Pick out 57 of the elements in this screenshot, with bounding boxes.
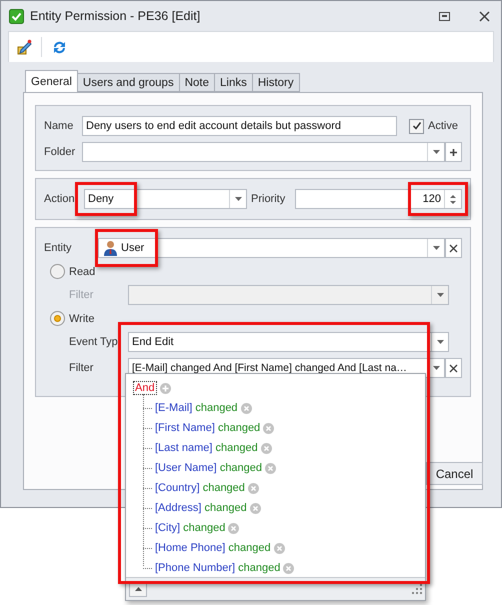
checkmark-icon — [9, 8, 24, 24]
field-label: Folder — [44, 146, 76, 158]
resize-grip-icon[interactable] — [412, 584, 422, 594]
restore-icon — [438, 12, 450, 20]
dropdown-arrow-icon — [234, 197, 242, 201]
add-button[interactable] — [445, 142, 462, 162]
event-type-dropdown[interactable]: End Edit — [128, 332, 449, 352]
field-label: Name — [44, 120, 74, 132]
dropdown-arrow-icon — [436, 293, 444, 297]
entity-dropdown[interactable]: User — [98, 238, 445, 258]
window-title: Entity Permission - PE36 [Edit] — [30, 9, 202, 23]
caret-up-icon — [134, 587, 142, 591]
tab[interactable]: Note — [178, 73, 215, 92]
user-icon — [103, 240, 118, 256]
active-checkbox[interactable] — [409, 118, 424, 134]
condition-text[interactable]: [Home Phone] changed — [155, 542, 271, 554]
tab[interactable]: Links — [214, 73, 253, 92]
plus-icon — [449, 148, 458, 156]
checkbox-label: Active — [428, 120, 459, 132]
condition-text[interactable]: [Phone Number] changed — [155, 562, 280, 574]
dropdown-arrow-icon — [432, 246, 440, 250]
field-label: Filter — [69, 362, 94, 374]
condition-text[interactable]: [City] changed — [155, 522, 226, 534]
name-field[interactable]: Deny users to end edit account details but password — [82, 116, 397, 136]
radio-label: Read — [69, 266, 96, 278]
edit-pencil-icon[interactable] — [15, 38, 33, 56]
field-label: Filter — [69, 289, 94, 301]
condition-text[interactable]: [First Name] changed — [155, 422, 260, 434]
write-radio[interactable] — [50, 311, 65, 326]
clear-button[interactable] — [445, 358, 462, 378]
tab[interactable]: General — [25, 70, 78, 92]
checkmark-icon — [412, 121, 422, 131]
field-label: Entity — [44, 242, 73, 254]
condition-text[interactable]: [Address] changed — [155, 502, 247, 514]
dropdown-arrow-icon — [432, 366, 440, 370]
condition-text[interactable]: [E-Mail] changed — [155, 402, 238, 414]
dropdown-arrow-icon — [436, 340, 444, 344]
clear-icon — [449, 244, 458, 252]
field-label: Priority — [251, 193, 286, 205]
group-operator[interactable]: And — [133, 381, 157, 395]
tab[interactable]: History — [252, 73, 300, 92]
priority-spinner[interactable]: 120 — [295, 189, 462, 209]
spin-arrows-icon — [450, 194, 456, 204]
folder-field[interactable] — [82, 142, 445, 162]
clear-button[interactable] — [445, 238, 462, 258]
field-label: Event Typ — [69, 336, 119, 348]
condition-text[interactable]: [Last name] changed — [155, 442, 258, 454]
condition-text[interactable]: [User Name] changed — [155, 462, 262, 474]
clear-icon — [449, 364, 458, 372]
tab[interactable]: Users and groups — [76, 73, 180, 92]
field-label: Action — [44, 193, 76, 205]
condition-text[interactable]: [Country] changed — [155, 482, 245, 494]
action-dropdown[interactable]: Deny — [84, 189, 247, 209]
close-icon — [478, 10, 490, 22]
radio-label: Write — [69, 312, 96, 324]
read-radio[interactable] — [50, 264, 65, 279]
dropdown-arrow-icon — [432, 150, 440, 154]
